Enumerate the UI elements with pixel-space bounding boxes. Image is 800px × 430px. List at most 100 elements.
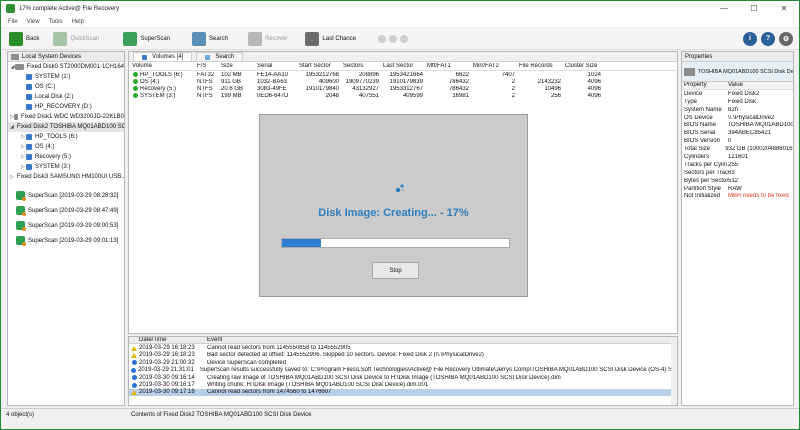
property-key: Type: [684, 98, 698, 105]
property-value: 394ABEC85421: [728, 130, 772, 137]
search-button[interactable]: Search: [192, 29, 228, 49]
property-row[interactable]: Not Initialized MBR needs to be fixed: [682, 192, 793, 200]
tree-partition-item[interactable]: ▷ HP_TOOLS (6:): [8, 132, 124, 142]
volume-row[interactable]: Recovery (5:) NTFS 20.6 GB 3083-49FE 1910179…: [129, 85, 677, 92]
property-key: Partition Style: [684, 185, 722, 192]
volumes-column-header[interactable]: Sectors: [343, 63, 383, 69]
nav-refresh-icon[interactable]: [400, 34, 409, 43]
property-row[interactable]: BIOS Serial 394ABEC85421: [682, 129, 793, 137]
superscan-item[interactable]: SuperScan [2019-03-29 08:47:49]: [8, 203, 124, 218]
property-key: BIOS Serial: [684, 130, 716, 137]
volume-cell: 7407: [501, 71, 515, 78]
quickscan-button[interactable]: QuickScan: [53, 29, 99, 49]
volumes-column-header[interactable]: F/S: [197, 63, 221, 69]
tree-partition-item[interactable]: OS (C:): [8, 82, 124, 92]
help-icon[interactable]: ?: [761, 31, 775, 46]
close-button[interactable]: ✕: [769, 1, 799, 16]
property-value: 121601: [728, 153, 749, 160]
property-row[interactable]: Total Size 932 GB (1000204886016...: [682, 145, 793, 153]
back-arrow-icon: [9, 31, 23, 46]
log-entry[interactable]: 2019-03-30 09:17:18 Cannot read sectors f…: [129, 388, 677, 397]
superscan-item[interactable]: SuperScan [2019-03-29 08:28:32]: [8, 188, 124, 203]
tree-disk-item[interactable]: ◢ Fixed Disk0 ST2000DM001-1CH164: [8, 62, 124, 72]
menu-file[interactable]: File: [8, 19, 18, 25]
tab-search[interactable]: Search: [196, 52, 244, 61]
tree-partition-item[interactable]: HP_RECOVERY (D:): [8, 102, 124, 112]
tree-partition-item[interactable]: ▷ OS (4:): [8, 142, 124, 152]
settings-gear-icon[interactable]: ⚙: [779, 31, 793, 46]
log-col-datetime[interactable]: Date/Time: [139, 337, 207, 343]
property-row[interactable]: Partition Style RAW: [682, 185, 793, 193]
tree-partition-item[interactable]: ▷ Recovery (5:): [8, 152, 124, 162]
volume-name: Recovery (5:): [129, 86, 197, 92]
expand-arrow-icon[interactable]: ◢: [10, 124, 14, 130]
volumes-column-header[interactable]: Cluster Size: [565, 63, 605, 69]
volumes-column-header[interactable]: File Records: [519, 63, 565, 69]
tree-partition-item[interactable]: SYSTEM (1:): [8, 72, 124, 82]
volumes-column-header[interactable]: Size: [221, 63, 257, 69]
minimize-button[interactable]: —: [709, 1, 739, 16]
property-row[interactable]: BIOS Version 0: [682, 137, 793, 145]
volumes-column-header[interactable]: Serial: [257, 63, 299, 69]
tab-volumes[interactable]: Volumes [4]: [133, 52, 193, 61]
back-button[interactable]: Back: [9, 29, 39, 49]
log-entry[interactable]: 2019-03-29 21:31:01 SuperScan results suc…: [129, 367, 677, 374]
volume-cell: 4096: [587, 92, 601, 99]
property-row[interactable]: Sectors per Track 63: [682, 169, 793, 177]
title-bar[interactable]: 17% complete Active@ File Recovery — ☐ ✕: [1, 1, 799, 16]
log-event: Creating raw image of TOSHIBA MQ01ABD100…: [207, 374, 561, 381]
info-icon[interactable]: i: [743, 31, 757, 46]
property-row[interactable]: Device Fixed Disk2: [682, 90, 793, 98]
volume-row[interactable]: SYSTEM (3:) NTFS 199 MB 0ED6-647D 2048 407551…: [129, 92, 677, 99]
recover-button[interactable]: Recover: [248, 29, 287, 49]
volumes-column-header[interactable]: Mft/FAT1: [427, 63, 473, 69]
volumes-column-header[interactable]: Volume: [129, 63, 197, 69]
superscan-button[interactable]: SuperScan: [123, 29, 170, 49]
superscan-item[interactable]: SuperScan [2019-03-29 09:01:13]: [8, 233, 124, 248]
tree-item-label: Fixed Disk3 SAMSUNG HM100UI USB...: [16, 174, 125, 180]
menu-help[interactable]: Help: [72, 19, 84, 25]
property-key: Total Size: [684, 146, 711, 153]
property-row[interactable]: OS Device \\.\PhysicalDrive2: [682, 114, 793, 122]
volume-row[interactable]: HP_TOOLS (6:) FAT32 102 MB FE14-AA10 1953212…: [129, 71, 677, 78]
progress-fill: [282, 239, 321, 247]
nav-prev-icon[interactable]: [378, 34, 387, 43]
volumes-column-header[interactable]: Mirr/FAT2: [473, 63, 519, 69]
tree-disk-item[interactable]: ▷ Fixed Disk3 SAMSUNG HM100UI USB...: [8, 172, 124, 182]
property-row[interactable]: BIOS Name TOSHIBA MQ01ABD100: [682, 121, 793, 129]
log-entry[interactable]: 2019-03-29 16:18:23 Cannot read sectors f…: [129, 344, 677, 351]
maximize-button[interactable]: ☐: [739, 1, 769, 16]
property-row[interactable]: Bytes per Sector 512: [682, 177, 793, 185]
volumes-column-header[interactable]: Last Sector: [383, 63, 427, 69]
property-row[interactable]: Tracks per Cylin... 255: [682, 161, 793, 169]
volume-row[interactable]: OS (4:) NTFS 911 GB 1032-BA63 409600 19097702…: [129, 78, 677, 85]
tree-partition-item[interactable]: Local Disk (2:): [8, 92, 124, 102]
menu-tools[interactable]: Tools: [49, 19, 63, 25]
property-row[interactable]: System Name 82h: [682, 106, 793, 114]
log-entry[interactable]: 2019-03-30 09:16:17 Writing chunk: H:\Dis…: [129, 381, 677, 388]
superscan-item[interactable]: SuperScan [2019-03-29 09:00:53]: [8, 218, 124, 233]
tree-partition-item[interactable]: ▷ SYSTEM (3:): [8, 162, 124, 172]
volumes-column-header[interactable]: Start Sector: [299, 63, 343, 69]
tree-disk-item[interactable]: ◢ Fixed Disk2 TOSHIBA MQ01ABD100 SCSI...: [8, 122, 124, 132]
log-scrollbar[interactable]: [671, 337, 677, 405]
property-row[interactable]: Cylinders 121601: [682, 153, 793, 161]
log-entry[interactable]: 2019-03-29 21:00:32 Device SuperScan comp…: [129, 359, 677, 366]
log-entry[interactable]: 2019-03-29 16:18:23 Bad sector detected a…: [129, 352, 677, 359]
property-row[interactable]: Type Fixed Disk: [682, 98, 793, 106]
nav-next-icon[interactable]: [389, 34, 398, 43]
log-time: 2019-03-30 09:16:17: [139, 382, 195, 389]
properties-device: TOSHIBA MQ01ABD100 SCSI Disk Device: [682, 62, 793, 82]
volume-cell: 2143232: [537, 78, 561, 85]
menu-view[interactable]: View: [27, 19, 40, 25]
properties-header: Properties: [682, 52, 793, 62]
stop-button[interactable]: Stop: [372, 262, 419, 279]
tree-disk-item[interactable]: ▷ Fixed Disk1 WDC WD3200JD-22KLB0: [8, 112, 124, 122]
log-entry[interactable]: 2019-03-30 09:16:14 Creating raw image of…: [129, 374, 677, 381]
log-col-event[interactable]: Event: [207, 337, 222, 343]
volume-name: SYSTEM (3:): [129, 93, 197, 99]
last-chance-button[interactable]: Last Chance: [305, 29, 356, 49]
superscan-result-icon: [16, 191, 26, 201]
property-value: 512: [728, 177, 739, 184]
expand-arrow-icon[interactable]: ▷: [10, 174, 14, 180]
